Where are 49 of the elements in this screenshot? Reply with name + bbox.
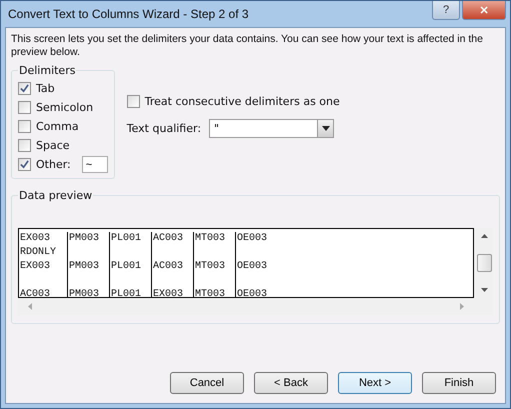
caret-icon	[322, 126, 330, 131]
scroll-down-icon[interactable]	[481, 288, 488, 292]
field-label: Text qualifier:	[126, 122, 202, 135]
checkbox[interactable]	[18, 120, 31, 133]
dialog-button[interactable]: Finish	[422, 372, 496, 394]
scroll-left-icon[interactable]	[28, 303, 32, 310]
checkbox-label: Other:	[36, 158, 71, 171]
preview-cell: EX003	[20, 233, 50, 244]
other-field[interactable]: ~	[82, 156, 108, 173]
preview-cell: RDONLY	[20, 247, 56, 258]
preview-cell: OE003	[237, 233, 268, 244]
checkbox[interactable]	[126, 95, 140, 108]
preview-cell: EX003	[20, 261, 50, 272]
dialog-button[interactable]: < Back	[254, 372, 328, 394]
checkbox-label: Space	[36, 139, 70, 152]
dialog-button[interactable]: Next >	[338, 372, 412, 394]
preview-cell: PM003	[69, 261, 100, 272]
checkbox[interactable]	[18, 82, 31, 95]
preview-cell: PL001	[111, 233, 142, 244]
checkbox-label: Treat consecutive delimiters as one	[144, 95, 340, 108]
scroll-up-icon[interactable]	[481, 234, 488, 238]
checkbox[interactable]	[18, 101, 31, 114]
preview-cell: MT003	[195, 261, 226, 272]
dialog-button[interactable]: Cancel	[170, 372, 244, 394]
scrollbar-thumb[interactable]	[477, 254, 492, 272]
help-button[interactable]: ?	[432, 1, 460, 20]
preview-cell: PM003	[69, 289, 100, 297]
checkbox-label: Tab	[36, 82, 55, 95]
preview-cell: PM003	[69, 233, 100, 244]
checkbox-label: Semicolon	[36, 101, 94, 114]
group-title: Delimiters	[18, 64, 76, 77]
checkbox-label: Comma	[36, 120, 79, 133]
checkbox[interactable]	[18, 158, 31, 171]
preview-cell: MT003	[195, 289, 226, 297]
preview-cell: EX003	[153, 289, 184, 297]
scroll-right-icon[interactable]	[460, 303, 464, 310]
preview-cell: AC003	[153, 261, 184, 272]
qualifier-dropdown[interactable]: "	[209, 119, 334, 138]
preview-cell: PL001	[111, 261, 142, 272]
preview-cell: PL001	[111, 289, 142, 297]
preview-cell: OE003	[237, 289, 268, 297]
checkbox[interactable]	[18, 139, 31, 152]
preview-cell: AC003	[20, 289, 50, 297]
preview-cell: OE003	[237, 261, 268, 272]
instructions-text: This screen lets you set the delimiters your data contains. You can see how your text is affected in the preview below.	[11, 33, 484, 59]
window-title: Convert Text to Columns Wizard - Step 2 of 3	[8, 7, 249, 21]
preview-cell: AC003	[153, 233, 184, 244]
preview-cell: MT003	[195, 233, 226, 244]
group-title: Data preview	[18, 189, 94, 202]
